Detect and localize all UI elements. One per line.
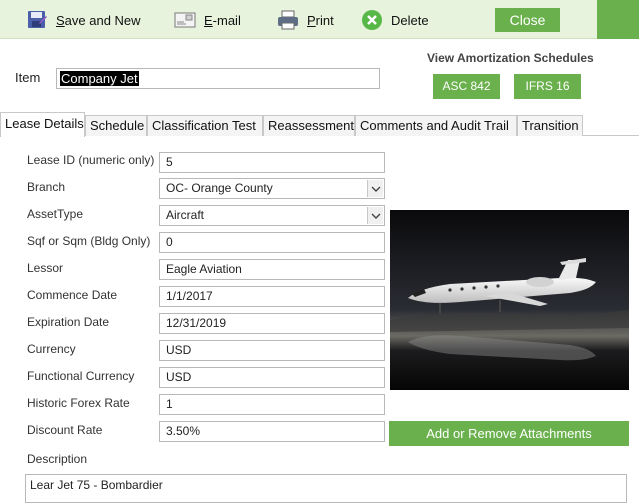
tab-reassessment[interactable]: Reassessment: [263, 115, 355, 136]
save-and-new-accel: S: [56, 12, 65, 28]
description-label: Description: [27, 452, 88, 466]
add-remove-attachments-button[interactable]: Add or Remove Attachments: [389, 421, 629, 446]
tab-transition[interactable]: Transition: [517, 115, 583, 136]
toolbar-accent-strip: [597, 0, 639, 39]
discount-rate-label: Discount Rate: [27, 423, 103, 437]
delete-icon: [361, 9, 383, 31]
chevron-down-icon[interactable]: [367, 180, 383, 197]
tab-comments-audit-trail[interactable]: Comments and Audit Trail: [355, 115, 517, 136]
expiration-date-input[interactable]: 12/31/2019: [159, 313, 385, 334]
commence-date-input[interactable]: 1/1/2017: [159, 286, 385, 307]
tab-bar: Lease Details Schedule Classification Te…: [0, 112, 639, 137]
delete-label: Delete: [391, 12, 429, 28]
description-textarea[interactable]: Lear Jet 75 - Bombardier: [25, 474, 627, 503]
asset-type-label: AssetType: [27, 207, 84, 221]
item-value: Company Jet: [60, 71, 139, 86]
tab-lease-details[interactable]: Lease Details: [0, 112, 85, 137]
delete-button[interactable]: Delete: [361, 7, 429, 33]
asc-842-button[interactable]: ASC 842: [433, 74, 500, 99]
email-accel: E: [204, 12, 213, 28]
close-button[interactable]: Close: [495, 8, 560, 32]
branch-label: Branch: [27, 180, 66, 194]
print-accel: P: [307, 12, 316, 28]
item-label: Item: [15, 70, 41, 85]
save-icon: [26, 9, 48, 31]
historic-forex-rate-input[interactable]: 1: [159, 394, 385, 415]
functional-currency-label: Functional Currency: [27, 369, 135, 383]
sqf-sqm-input[interactable]: 0: [159, 232, 385, 253]
tab-classification-test[interactable]: Classification Test: [147, 115, 263, 136]
email-button[interactable]: E -mail: [174, 7, 241, 33]
save-and-new-button[interactable]: Save and New: [26, 7, 141, 33]
currency-input[interactable]: USD: [159, 340, 385, 361]
branch-select[interactable]: OC- Orange County: [159, 178, 385, 199]
printer-icon: [277, 9, 299, 31]
asset-photo: [390, 210, 629, 390]
asset-type-value: Aircraft: [166, 208, 205, 222]
save-and-new-label: ave and New: [64, 12, 141, 28]
item-input[interactable]: Company Jet: [56, 68, 380, 89]
historic-forex-rate-label: Historic Forex Rate: [27, 396, 130, 410]
email-icon: [174, 9, 196, 31]
tab-schedule[interactable]: Schedule: [85, 115, 147, 136]
lease-id-input[interactable]: 5: [159, 152, 385, 173]
commence-date-label: Commence Date: [27, 288, 118, 302]
amortization-title: View Amortization Schedules: [427, 51, 594, 65]
print-label: rint: [315, 12, 334, 28]
lessor-label: Lessor: [27, 261, 64, 275]
discount-rate-input[interactable]: 3.50%: [159, 421, 385, 442]
sqf-sqm-label: Sqf or Sqm (Bldg Only): [27, 234, 151, 248]
expiration-date-label: Expiration Date: [27, 315, 110, 329]
email-label: -mail: [212, 12, 241, 28]
asset-type-select[interactable]: Aircraft: [159, 205, 385, 226]
lessor-input[interactable]: Eagle Aviation: [159, 259, 385, 280]
lease-id-label: Lease ID (numeric only): [27, 153, 155, 167]
print-button[interactable]: Print: [277, 7, 334, 33]
toolbar: Save and New E -mail Print Delete Close: [0, 0, 639, 39]
branch-value: OC- Orange County: [166, 181, 273, 195]
chevron-down-icon[interactable]: [367, 207, 383, 224]
currency-label: Currency: [27, 342, 76, 356]
functional-currency-input[interactable]: USD: [159, 367, 385, 388]
ifrs-16-button[interactable]: IFRS 16: [514, 74, 581, 99]
